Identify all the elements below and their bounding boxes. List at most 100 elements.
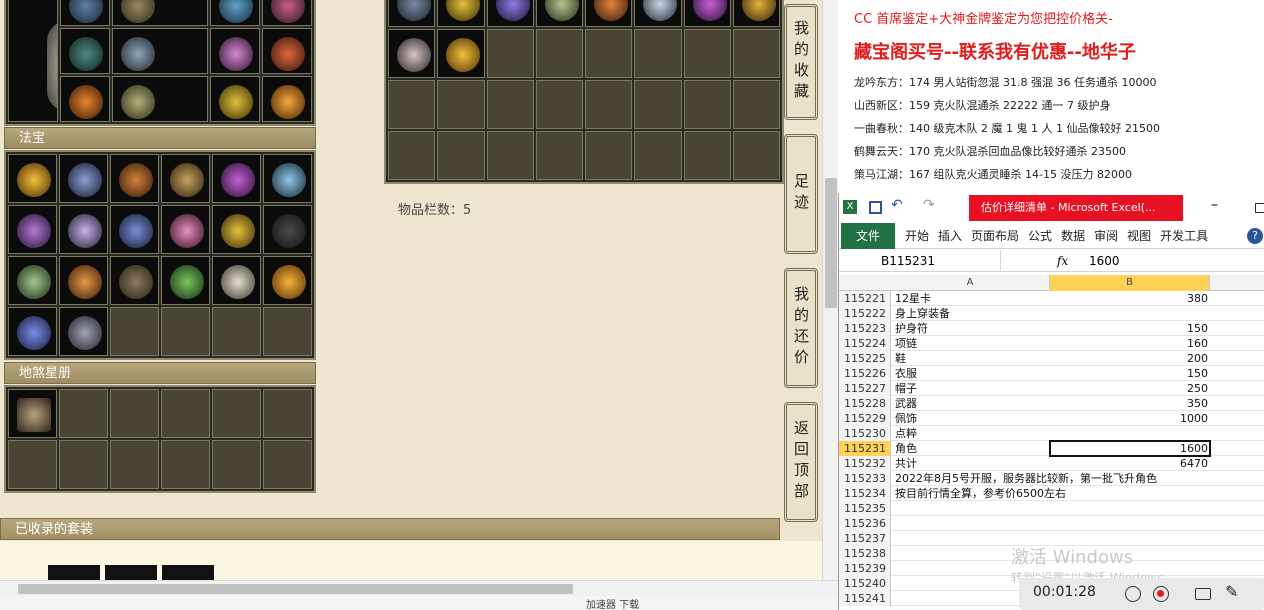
cell-b[interactable]: 380 [1050,291,1210,306]
row-number[interactable]: 115229 [839,411,891,426]
column-header-b[interactable]: B [1050,275,1210,291]
scrollbar-thumb[interactable] [825,178,837,308]
pen-icon[interactable]: ✎ [1225,582,1238,601]
tab-developer[interactable]: 开发工具 [1160,223,1208,249]
name-box[interactable]: B115231 [841,250,1001,272]
fabao-slot[interactable] [59,307,108,356]
inventory-slot[interactable] [437,29,485,78]
row-number[interactable]: 115224 [839,336,891,351]
fx-icon[interactable]: fx [1057,250,1068,272]
fabao-slot[interactable] [8,307,57,356]
fabao-slot[interactable] [212,205,261,254]
row-number[interactable]: 115234 [839,486,891,501]
fabao-slot[interactable] [110,154,159,203]
row-number[interactable]: 115236 [839,516,891,531]
row-number[interactable]: 115240 [839,576,891,591]
fabao-slot[interactable] [110,256,159,305]
row-number[interactable]: 115225 [839,351,891,366]
suit-item[interactable] [105,565,157,581]
inventory-slot[interactable] [732,0,780,27]
tab-review[interactable]: 审阅 [1094,223,1118,249]
fabao-slot[interactable] [263,256,312,305]
inventory-slot[interactable] [535,0,583,27]
maximize-icon[interactable] [1255,203,1264,213]
row-number[interactable]: 115237 [839,531,891,546]
equipment-slot[interactable] [60,76,110,122]
tab-view[interactable]: 视图 [1127,223,1151,249]
fabao-slot[interactable] [161,256,210,305]
help-icon[interactable]: ? [1247,228,1263,244]
cell-a[interactable]: 按目前行情全算，参考价6500左右 [895,486,1255,501]
row-number[interactable]: 115238 [839,546,891,561]
equipment-slot[interactable] [210,76,260,122]
cell-a[interactable]: 点粹 [895,426,1255,441]
row-number[interactable]: 115241 [839,591,891,606]
cell-a[interactable]: 身上穿装备 [895,306,1255,321]
inventory-slot[interactable] [634,0,682,27]
tab-home[interactable]: 开始 [905,223,929,249]
equipment-slot[interactable] [262,0,312,26]
equipment-slot[interactable] [112,76,208,122]
suit-item[interactable] [48,565,100,581]
cell-b[interactable]: 250 [1050,381,1210,396]
row-number[interactable]: 115223 [839,321,891,336]
undo-icon[interactable]: ↶ [891,197,903,213]
equipment-slot[interactable] [112,28,208,74]
fabao-slot[interactable] [110,205,159,254]
row-number[interactable]: 115230 [839,426,891,441]
cell-b[interactable]: 160 [1050,336,1210,351]
row-number[interactable]: 115235 [839,501,891,516]
vertical-scrollbar[interactable] [822,0,838,580]
row-number[interactable]: 115231 [839,441,891,456]
row-number[interactable]: 115221 [839,291,891,306]
inventory-slot[interactable] [388,0,436,27]
fabao-slot[interactable] [8,256,57,305]
stop-record-icon[interactable] [1153,586,1169,602]
formula-input[interactable]: 1600 [1089,250,1120,272]
inventory-slot[interactable] [683,0,731,27]
side-tab-back-to-top[interactable]: 返回顶部 [784,402,818,522]
column-header-a[interactable]: A [891,275,1050,291]
fabao-slot[interactable] [212,256,261,305]
fabao-slot[interactable] [161,154,210,203]
cell-b[interactable]: 350 [1050,396,1210,411]
inventory-slot[interactable] [486,0,534,27]
active-cell-b[interactable]: 1600 [1049,440,1211,457]
equipment-slot[interactable] [210,28,260,74]
inventory-slot[interactable] [388,29,436,78]
inventory-slot[interactable] [585,0,633,27]
fabao-slot[interactable] [59,256,108,305]
fabao-slot[interactable] [8,154,57,203]
redo-icon[interactable]: ↷ [923,197,935,213]
row-number[interactable]: 115226 [839,366,891,381]
row-number[interactable]: 115239 [839,561,891,576]
fabao-slot[interactable] [59,205,108,254]
cell-b[interactable]: 6470 [1050,456,1210,471]
fabao-slot[interactable] [263,154,312,203]
tab-page-layout[interactable]: 页面布局 [971,223,1019,249]
equipment-slot[interactable] [210,0,260,26]
cell-b[interactable]: 200 [1050,351,1210,366]
minimize-icon[interactable]: – [1211,197,1218,213]
row-number[interactable]: 115232 [839,456,891,471]
cell-a[interactable]: 2022年8月5号开服，服务器比较新，第一批飞升角色 [895,471,1255,486]
side-tab-my-counter-offer[interactable]: 我的还价 [784,268,818,388]
tab-data[interactable]: 数据 [1061,223,1085,249]
tab-insert[interactable]: 插入 [938,223,962,249]
inventory-slot[interactable] [437,0,485,27]
fabao-slot[interactable] [212,154,261,203]
tab-formulas[interactable]: 公式 [1028,223,1052,249]
pause-icon[interactable] [1125,586,1141,602]
equipment-slot[interactable] [262,28,312,74]
save-icon[interactable] [869,201,882,214]
row-number[interactable]: 115228 [839,396,891,411]
row-number[interactable]: 115222 [839,306,891,321]
fabao-slot[interactable] [263,205,312,254]
camera-icon[interactable] [1195,588,1211,600]
fabao-slot[interactable] [8,205,57,254]
fabao-slot[interactable] [161,205,210,254]
suit-item[interactable] [162,565,214,581]
horizontal-scrollbar[interactable] [0,580,838,596]
tab-file[interactable]: 文件 [841,223,895,249]
row-number[interactable]: 115227 [839,381,891,396]
